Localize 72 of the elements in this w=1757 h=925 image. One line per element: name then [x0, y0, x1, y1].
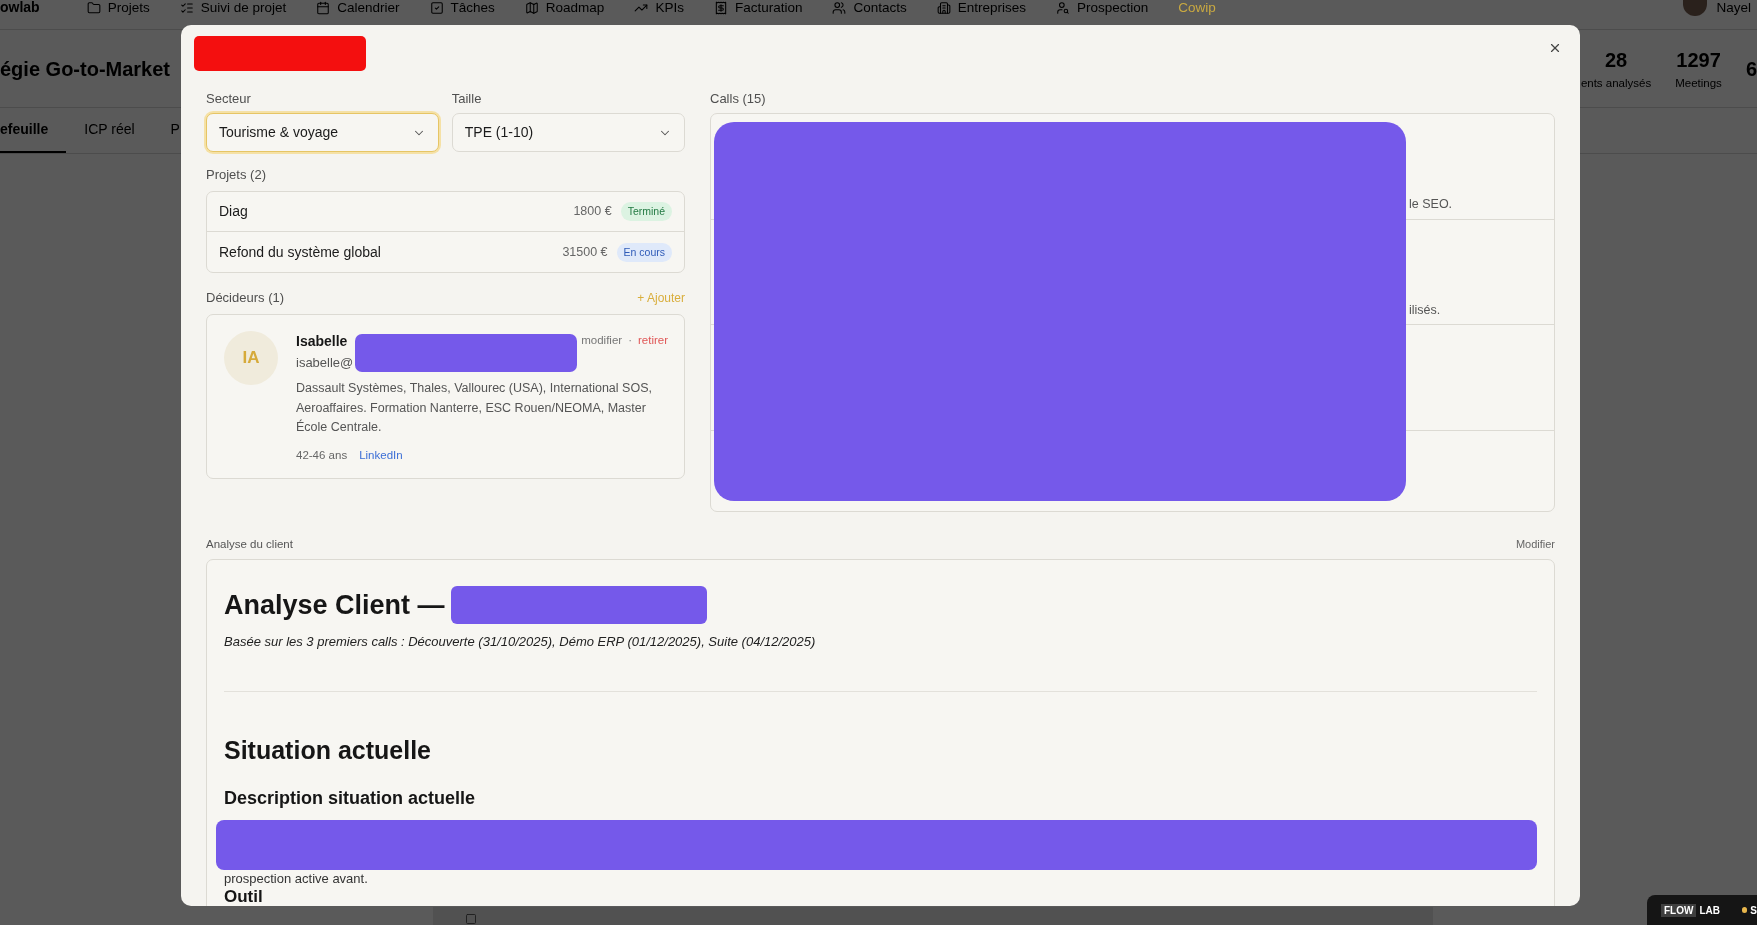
person-bio: Dassault Systèmes, Thales, Vallourec (USA), International SOS, Aeroaffaires. Formation Nanterre, ESC Rouen/NEOMA, Master École Centrale. — [296, 380, 653, 436]
status-label: S — [1750, 903, 1757, 917]
folder-icon — [86, 0, 101, 15]
select-field[interactable]: Tourisme & voyage — [206, 113, 440, 152]
project-name: Diag — [219, 202, 248, 221]
edit-link[interactable]: modifier — [581, 332, 623, 350]
stat-label: Meetings — [1675, 75, 1722, 90]
nav-link[interactable]: Roadmap — [524, 0, 605, 15]
checkbox-icon — [429, 0, 444, 15]
field-label: Secteur — [206, 91, 252, 107]
close-button[interactable] — [1548, 41, 1562, 55]
project-name: Refond du système global — [219, 242, 381, 262]
checkbox-icon — [465, 913, 477, 925]
nav-link[interactable]: Cowip — [1178, 0, 1216, 15]
map-icon — [524, 0, 539, 15]
nav-link[interactable]: Suivi de projet — [179, 0, 287, 15]
section-label: Projets (2) — [206, 167, 267, 183]
profile-link[interactable]: LinkedIn — [359, 447, 403, 463]
receipt-icon — [713, 0, 728, 15]
edit-link[interactable]: Modifier — [1515, 537, 1555, 551]
nav-link[interactable]: KPIs — [634, 0, 684, 15]
building-icon — [936, 0, 951, 15]
person-search-icon — [1056, 0, 1070, 15]
nav-link[interactable]: Entreprises — [936, 0, 1026, 15]
nav-link[interactable]: Projets — [86, 0, 150, 15]
stat-value: 28 — [1604, 47, 1628, 72]
call-excerpt: le SEO. — [1409, 197, 1453, 211]
page-tab[interactable]: P — [152, 108, 198, 153]
nav-link[interactable]: Tâches — [429, 0, 495, 15]
section-label: Calls (15) — [710, 91, 767, 107]
logo-text: LAB — [1699, 903, 1720, 917]
calendar-icon — [316, 0, 331, 15]
age-range: 42-46 ans — [296, 447, 348, 463]
users-icon — [832, 0, 847, 15]
stat-label: ents analysés — [1580, 75, 1652, 90]
subsection-heading: Description situation actuelle — [224, 787, 477, 809]
status-badge: En cours — [616, 242, 672, 262]
logo-badge: FLOW — [1661, 903, 1697, 917]
list-icon — [179, 0, 194, 15]
person-email: isabelle@ — [296, 355, 355, 371]
section-label: Décideurs (1) — [206, 290, 285, 306]
person-name: Isabelle — [296, 331, 348, 351]
project-row[interactable]: Diag 1800 € Terminé — [207, 192, 684, 232]
document-title: Analyse Client — — [224, 589, 445, 621]
add-link[interactable]: + Ajouter — [637, 290, 685, 306]
nav-link[interactable]: Calendrier — [316, 0, 400, 15]
project-amount: 1800 € — [573, 203, 612, 221]
body-text: prospection active avant. — [224, 871, 369, 886]
close-icon — [1548, 41, 1562, 55]
field-label: Taille — [451, 91, 483, 107]
stat-value: 1297 — [1676, 47, 1721, 72]
document-subtitle: Basée sur les 3 premiers calls : Découverte (31/10/2025), Démo ERP (01/12/2025), Suite (04/12/2025) — [224, 633, 817, 650]
project-amount: 31500 € — [562, 243, 608, 261]
nav-link[interactable]: Contacts — [832, 0, 907, 15]
initials-avatar: IA — [224, 331, 278, 385]
brand-name: owlab — [0, 0, 40, 15]
call-excerpt: ilisés. — [1409, 302, 1441, 317]
page-tab[interactable]: efeuille — [0, 108, 67, 153]
page-tab[interactable]: ICP réel — [66, 108, 153, 153]
section-label: Analyse du client — [206, 537, 293, 551]
stat-value: 6 — [1745, 56, 1757, 81]
user-name: Nayel — [1716, 0, 1751, 15]
nav-link[interactable]: Facturation — [713, 0, 803, 15]
status-badge: Terminé — [620, 202, 672, 221]
select-field[interactable]: TPE (1-10) — [451, 113, 685, 152]
page-title: égie Go-to-Market — [0, 56, 171, 82]
section-heading: Situation actuelle — [224, 735, 432, 765]
subsection-heading: Outil — [224, 888, 264, 906]
separator: · — [628, 333, 632, 349]
remove-link[interactable]: retirer — [637, 332, 668, 350]
nav-link[interactable]: Prospection — [1056, 0, 1149, 15]
project-row[interactable]: Refond du système global 31500 € En cours — [207, 232, 684, 272]
